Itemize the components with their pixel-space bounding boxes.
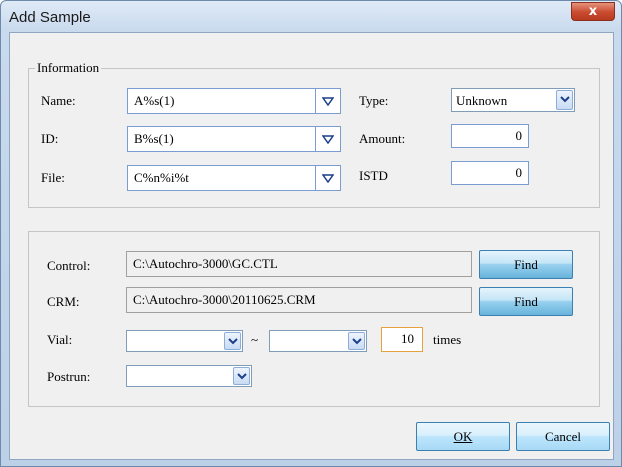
window-title: Add Sample bbox=[9, 9, 91, 26]
dialog-body: Information Name: A%s(1) ID: B%s(1) File… bbox=[9, 32, 614, 460]
vial-to-select[interactable] bbox=[269, 330, 367, 352]
file-label: File: bbox=[41, 170, 65, 185]
chevron-down-icon bbox=[228, 338, 238, 345]
postrun-select[interactable] bbox=[126, 365, 252, 387]
triangle-down-icon bbox=[322, 174, 334, 183]
triangle-down-icon bbox=[322, 135, 334, 144]
control-label: Control: bbox=[47, 258, 91, 273]
ok-button-label: OK bbox=[453, 429, 473, 444]
amount-label: Amount: bbox=[359, 131, 406, 146]
chevron-down-icon bbox=[237, 373, 247, 380]
istd-value: 0 bbox=[515, 165, 523, 180]
information-group: Information Name: A%s(1) ID: B%s(1) File… bbox=[28, 60, 600, 208]
istd-label: ISTD bbox=[359, 168, 388, 183]
type-dropdown-button[interactable] bbox=[556, 90, 573, 110]
close-button[interactable]: x bbox=[571, 2, 615, 21]
type-value: Unknown bbox=[456, 93, 508, 108]
name-combo[interactable]: A%s(1) bbox=[127, 88, 341, 114]
control-find-button[interactable]: Find bbox=[479, 250, 573, 279]
cancel-button-label: Cancel bbox=[544, 429, 582, 444]
name-value: A%s(1) bbox=[134, 93, 175, 108]
vial-range-separator: ~ bbox=[251, 332, 259, 347]
title-bar[interactable]: Add Sample x bbox=[1, 1, 621, 33]
vial-to-dropdown-button[interactable] bbox=[348, 332, 365, 350]
id-dropdown-button[interactable] bbox=[315, 127, 340, 151]
add-sample-dialog: Add Sample x Information Name: A%s(1) ID… bbox=[0, 0, 622, 467]
control-path-value: C:\Autochro-3000\GC.CTL bbox=[133, 256, 278, 271]
crm-label: CRM: bbox=[47, 294, 80, 309]
postrun-label: Postrun: bbox=[47, 369, 91, 384]
chevron-down-icon bbox=[352, 338, 362, 345]
cancel-button[interactable]: Cancel bbox=[516, 422, 610, 451]
istd-input[interactable]: 0 bbox=[451, 161, 529, 185]
postrun-dropdown-button[interactable] bbox=[233, 367, 250, 385]
id-combo[interactable]: B%s(1) bbox=[127, 126, 341, 152]
id-label: ID: bbox=[41, 131, 59, 146]
id-value: B%s(1) bbox=[134, 131, 174, 146]
crm-path-field[interactable]: C:\Autochro-3000\20110625.CRM bbox=[126, 287, 472, 313]
amount-input[interactable]: 0 bbox=[451, 124, 529, 148]
file-dropdown-button[interactable] bbox=[315, 166, 340, 190]
times-value: 10 bbox=[401, 331, 414, 346]
chevron-down-icon bbox=[560, 96, 570, 103]
ok-button[interactable]: OK bbox=[416, 422, 510, 451]
name-dropdown-button[interactable] bbox=[315, 89, 340, 113]
triangle-down-icon bbox=[322, 97, 334, 106]
vial-label: Vial: bbox=[47, 332, 73, 347]
crm-find-button[interactable]: Find bbox=[479, 287, 573, 316]
type-label: Type: bbox=[359, 93, 389, 108]
information-caption: Information bbox=[35, 60, 102, 76]
settings-group: Control: C:\Autochro-3000\GC.CTL Find CR… bbox=[28, 231, 600, 407]
times-input[interactable]: 10 bbox=[381, 327, 423, 352]
vial-from-dropdown-button[interactable] bbox=[224, 332, 241, 350]
name-label: Name: bbox=[41, 93, 76, 108]
close-icon: x bbox=[588, 4, 598, 19]
times-label: times bbox=[433, 332, 462, 347]
crm-path-value: C:\Autochro-3000\20110625.CRM bbox=[133, 292, 316, 307]
file-value: C%n%i%t bbox=[134, 170, 189, 185]
type-select[interactable]: Unknown bbox=[451, 88, 575, 112]
file-combo[interactable]: C%n%i%t bbox=[127, 165, 341, 191]
control-path-field[interactable]: C:\Autochro-3000\GC.CTL bbox=[126, 251, 472, 277]
vial-from-select[interactable] bbox=[126, 330, 243, 352]
amount-value: 0 bbox=[515, 128, 523, 143]
